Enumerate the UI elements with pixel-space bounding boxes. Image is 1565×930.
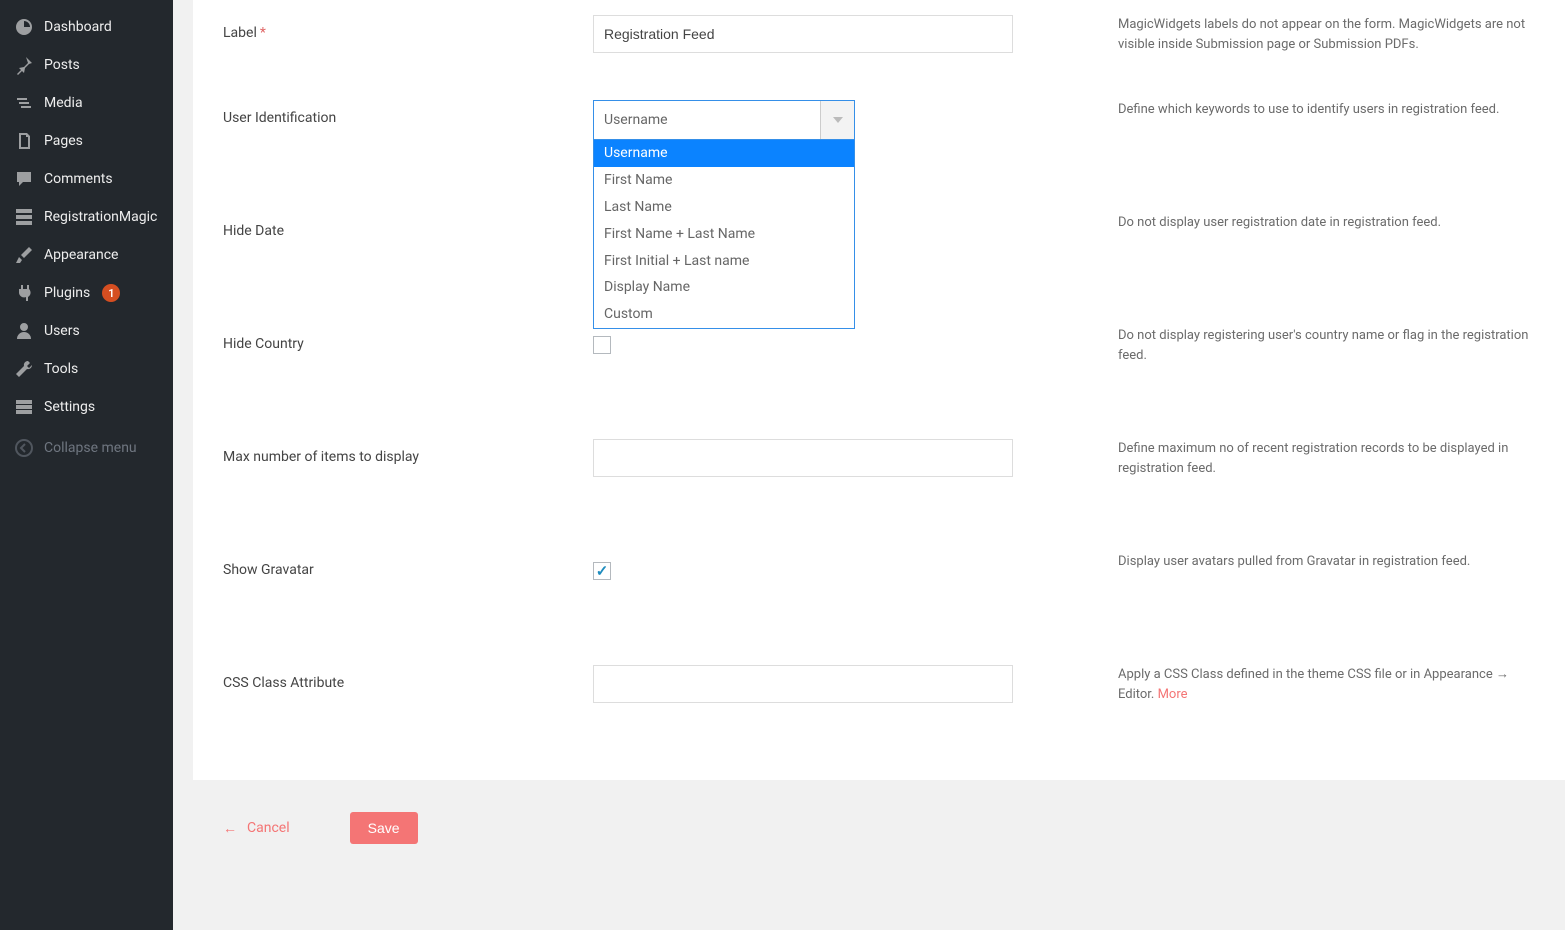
gravatar-label: Show Gravatar xyxy=(223,552,593,578)
arrow-left-icon: ← xyxy=(223,820,237,837)
sidebar-item-registrationmagic[interactable]: RegistrationMagic xyxy=(0,198,173,236)
required-marker: * xyxy=(260,25,266,41)
brush-icon xyxy=(14,245,34,265)
user-id-help: Define which keywords to use to identify… xyxy=(1113,100,1535,120)
user-id-select[interactable]: Username xyxy=(593,100,855,140)
sidebar-item-appearance[interactable]: Appearance xyxy=(0,236,173,274)
hide-country-checkbox[interactable] xyxy=(593,336,611,354)
option-username[interactable]: Username xyxy=(594,140,854,167)
admin-sidebar: Dashboard Posts Media Pages Comments Reg… xyxy=(0,0,173,930)
gravatar-checkbox[interactable] xyxy=(593,562,611,580)
sidebar-label: Tools xyxy=(44,361,78,377)
sidebar-label: Dashboard xyxy=(44,19,112,35)
css-class-help: Apply a CSS Class defined in the theme C… xyxy=(1113,665,1535,705)
wrench-icon xyxy=(14,359,34,379)
hide-country-label: Hide Country xyxy=(223,326,593,352)
form-panel: Label* MagicWidgets labels do not appear… xyxy=(193,0,1565,780)
sidebar-item-pages[interactable]: Pages xyxy=(0,122,173,160)
sidebar-label: Posts xyxy=(44,57,80,73)
cancel-button[interactable]: ← Cancel xyxy=(223,820,290,837)
hide-date-help: Do not display user registration date in… xyxy=(1113,213,1535,233)
option-custom[interactable]: Custom xyxy=(594,301,854,328)
css-class-input[interactable] xyxy=(593,665,1013,703)
dashboard-icon xyxy=(14,17,34,37)
sidebar-item-dashboard[interactable]: Dashboard xyxy=(0,8,173,46)
max-items-input[interactable] xyxy=(593,439,1013,477)
comment-icon xyxy=(14,169,34,189)
row-label: Label* MagicWidgets labels do not appear… xyxy=(193,10,1565,100)
save-button[interactable]: Save xyxy=(350,812,418,844)
sidebar-label: Settings xyxy=(44,399,95,415)
label-label: Label* xyxy=(223,15,593,41)
pin-icon xyxy=(14,55,34,75)
row-max-items: Max number of items to display Define ma… xyxy=(193,439,1565,552)
row-show-gravatar: Show Gravatar Display user avatars pulle… xyxy=(193,552,1565,665)
sidebar-item-tools[interactable]: Tools xyxy=(0,350,173,388)
sidebar-item-users[interactable]: Users xyxy=(0,312,173,350)
row-user-identification: User Identification Username Username Fi… xyxy=(193,100,1565,213)
hide-date-label: Hide Date xyxy=(223,213,593,239)
user-id-label: User Identification xyxy=(223,100,593,126)
sliders-icon xyxy=(14,397,34,417)
collapse-icon xyxy=(14,438,34,458)
sidebar-collapse[interactable]: Collapse menu xyxy=(0,426,173,467)
row-css-class: CSS Class Attribute Apply a CSS Class de… xyxy=(193,665,1565,745)
option-first-last-name[interactable]: First Name + Last Name xyxy=(594,221,854,248)
media-icon xyxy=(14,93,34,113)
sidebar-item-posts[interactable]: Posts xyxy=(0,46,173,84)
option-first-initial-last[interactable]: First Initial + Last name xyxy=(594,248,854,275)
footer-bar: ← Cancel Save xyxy=(193,792,1565,854)
user-id-selected: Username xyxy=(594,112,820,128)
hide-country-help: Do not display registering user's countr… xyxy=(1113,326,1535,366)
sidebar-item-comments[interactable]: Comments xyxy=(0,160,173,198)
sidebar-item-settings[interactable]: Settings xyxy=(0,388,173,426)
sidebar-item-media[interactable]: Media xyxy=(0,84,173,122)
sidebar-label: Appearance xyxy=(44,247,118,263)
gravatar-help: Display user avatars pulled from Gravata… xyxy=(1113,552,1535,572)
user-id-dropdown: Username First Name Last Name First Name… xyxy=(593,140,855,329)
sidebar-label: Media xyxy=(44,95,83,111)
option-display-name[interactable]: Display Name xyxy=(594,274,854,301)
sidebar-label: Comments xyxy=(44,171,113,187)
label-input[interactable] xyxy=(593,15,1013,53)
max-items-help: Define maximum no of recent registration… xyxy=(1113,439,1535,479)
css-class-label: CSS Class Attribute xyxy=(223,665,593,691)
chevron-down-icon xyxy=(820,101,854,139)
grid-icon xyxy=(14,207,34,227)
label-help: MagicWidgets labels do not appear on the… xyxy=(1113,15,1535,55)
user-icon xyxy=(14,321,34,341)
plugins-badge: 1 xyxy=(102,284,120,302)
sidebar-label: RegistrationMagic xyxy=(44,209,157,225)
option-first-name[interactable]: First Name xyxy=(594,167,854,194)
main-area: Label* MagicWidgets labels do not appear… xyxy=(173,0,1565,930)
sidebar-label: Plugins xyxy=(44,285,90,301)
sidebar-label: Pages xyxy=(44,133,83,149)
sidebar-label: Users xyxy=(44,323,80,339)
sidebar-item-plugins[interactable]: Plugins 1 xyxy=(0,274,173,312)
max-items-label: Max number of items to display xyxy=(223,439,593,465)
plug-icon xyxy=(14,283,34,303)
row-hide-country: Hide Country Do not display registering … xyxy=(193,326,1565,439)
row-hide-date: Hide Date Do not display user registrati… xyxy=(193,213,1565,326)
pages-icon xyxy=(14,131,34,151)
option-last-name[interactable]: Last Name xyxy=(594,194,854,221)
sidebar-collapse-label: Collapse menu xyxy=(44,440,137,456)
more-link[interactable]: More xyxy=(1158,687,1188,702)
